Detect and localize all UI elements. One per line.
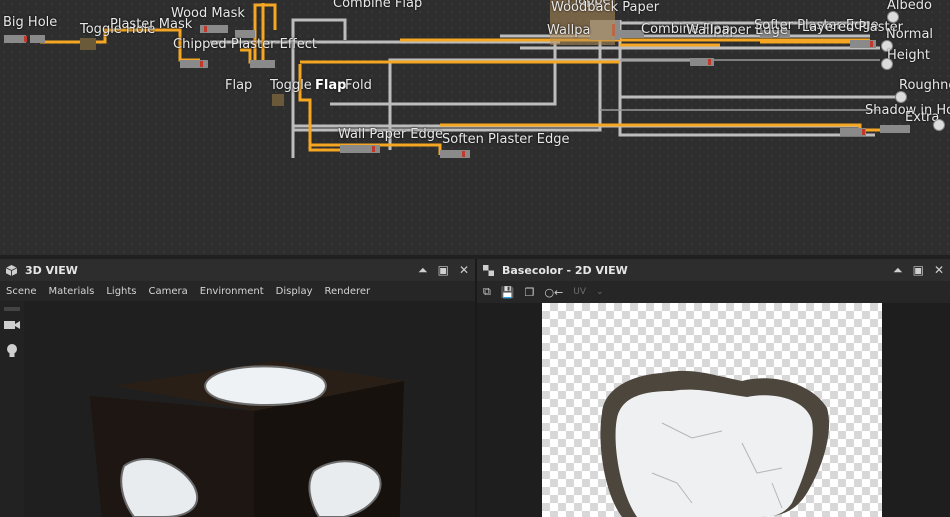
camera-icon[interactable] xyxy=(4,319,20,331)
viewport-side-toolbar xyxy=(0,301,24,517)
viewport-3d[interactable] xyxy=(24,301,475,517)
panel-3d-view: 3D VIEW ⏶ ▣ ✕ Scene Materials Lights Cam… xyxy=(0,259,475,517)
close-icon[interactable]: ✕ xyxy=(934,263,944,278)
copy-icon[interactable]: ❐ xyxy=(525,286,535,299)
node-label-fold[interactable]: Fold xyxy=(345,79,372,93)
chevron-down-icon[interactable]: ⌄ xyxy=(596,287,604,297)
basecolor-texture xyxy=(600,370,830,517)
fit-view-icon[interactable]: ⧉ xyxy=(483,285,491,299)
menu-camera[interactable]: Camera xyxy=(149,286,188,297)
menu-lights[interactable]: Lights xyxy=(106,286,136,297)
checker-icon xyxy=(483,264,494,276)
menu-bar-3d: Scene Materials Lights Camera Environmen… xyxy=(0,281,475,301)
node-label-wallpa[interactable]: Wallpa xyxy=(547,24,590,38)
panel-3d-header: 3D VIEW ⏶ ▣ ✕ xyxy=(0,259,475,281)
pin-icon[interactable]: ⏶ xyxy=(893,263,903,278)
output-node-extra-icon[interactable] xyxy=(933,119,945,131)
node-label-big-hole[interactable]: Big Hole xyxy=(3,16,57,30)
node-label-chipped-plaster-effect[interactable]: Chipped Plaster Effect xyxy=(173,38,317,52)
panel-2d-view: Basecolor - 2D VIEW ⏶ ▣ ✕ ⧉ 💾 ❐ ○← UV ⌄ xyxy=(477,259,950,517)
toolbar-2d: ⧉ 💾 ❐ ○← UV ⌄ xyxy=(477,281,950,303)
output-label-normal[interactable]: Normal xyxy=(886,28,933,42)
node-graph[interactable]: Big Hole Toggle Hole Plaster Mask Wood M… xyxy=(0,0,950,255)
maximize-icon[interactable]: ▣ xyxy=(913,263,924,278)
node-label-flap[interactable]: Flap xyxy=(225,79,252,93)
textured-cube-render xyxy=(90,361,404,517)
channel-dropdown[interactable]: UV xyxy=(573,287,586,297)
menu-renderer[interactable]: Renderer xyxy=(325,286,371,297)
panel-2d-title: Basecolor - 2D VIEW xyxy=(502,263,628,277)
output-node-albedo-icon[interactable] xyxy=(887,11,899,23)
node-label-woodback-paper[interactable]: Woodback Paper xyxy=(551,1,659,15)
output-label-roughness[interactable]: Roughne xyxy=(899,79,950,93)
node-label-combine-flap[interactable]: Combine Flap xyxy=(333,0,422,11)
node-label-wood-mask[interactable]: Wood Mask xyxy=(171,7,245,21)
node-label-soften-plaster-edge[interactable]: Soften Plaster Edge xyxy=(442,133,570,147)
node-label-toggle-flap[interactable]: Toggle xyxy=(270,79,312,93)
output-node-height-icon[interactable] xyxy=(881,58,893,70)
menu-scene[interactable]: Scene xyxy=(6,286,37,297)
maximize-icon[interactable]: ▣ xyxy=(438,263,449,278)
node-label-flap-selected[interactable]: Flap xyxy=(315,79,346,93)
output-node-roughness-icon[interactable] xyxy=(895,91,907,103)
menu-environment[interactable]: Environment xyxy=(200,286,264,297)
pin-icon[interactable]: ⏶ xyxy=(418,263,428,278)
close-icon[interactable]: ✕ xyxy=(459,263,469,278)
texture-preview-canvas[interactable] xyxy=(542,303,882,517)
save-icon[interactable]: 💾 xyxy=(501,286,515,299)
node-label-wall-paper-edge[interactable]: Wall Paper Edge xyxy=(338,128,443,142)
node-link-icon[interactable]: ○← xyxy=(544,286,563,299)
panel-3d-title: 3D VIEW xyxy=(25,263,78,277)
light-bulb-icon[interactable] xyxy=(4,343,20,359)
output-label-height[interactable]: Height xyxy=(887,49,930,63)
toolbar-grip xyxy=(4,307,20,311)
cube-icon xyxy=(6,264,17,276)
menu-display[interactable]: Display xyxy=(276,286,313,297)
menu-materials[interactable]: Materials xyxy=(49,286,95,297)
panel-2d-header: Basecolor - 2D VIEW ⏶ ▣ ✕ xyxy=(477,259,950,281)
graph-connections xyxy=(4,0,910,158)
